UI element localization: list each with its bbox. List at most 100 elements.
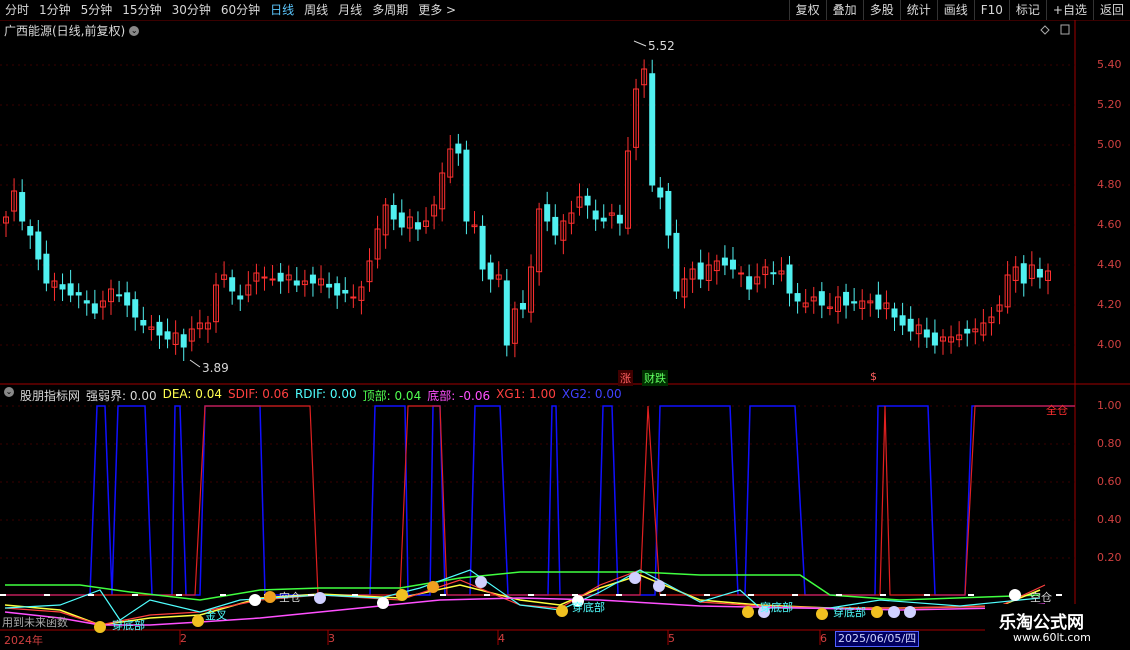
annotation-empty-2: 空仓	[1030, 591, 1052, 604]
annotation-cross-bottom-4: 穿底部	[833, 606, 866, 619]
candle-body	[91, 303, 98, 314]
candle-body	[721, 257, 728, 266]
indicator-field-1: DEA: 0.04	[162, 387, 222, 401]
candle-body	[891, 308, 898, 318]
indicator-name: 股朋指标网	[20, 389, 81, 403]
candle-body	[923, 329, 930, 338]
indicator-tick-3: 0.40	[1097, 513, 1122, 526]
candle-body	[931, 332, 938, 346]
smiley-icon	[816, 608, 828, 620]
xg1-line	[0, 405, 1075, 596]
price-tick-5: 4.40	[1097, 258, 1122, 271]
chevron-down-icon[interactable]: ⌄	[4, 387, 14, 397]
indicator-field-5: 底部: -0.06	[427, 389, 491, 403]
candle-body	[503, 280, 510, 346]
diamond-signal-icon	[264, 591, 276, 603]
candle-body	[19, 192, 26, 222]
candle-body	[229, 277, 236, 292]
candle-body	[794, 293, 801, 302]
sad-face-icon	[888, 606, 900, 618]
window-icon[interactable]	[1060, 24, 1070, 35]
candle-body	[519, 303, 526, 310]
candle-body	[140, 320, 147, 326]
indicator-field-2: SDIF: 0.06	[228, 387, 289, 401]
candle-body	[116, 294, 123, 297]
time-label-mar: 3	[328, 632, 335, 645]
candle-body	[487, 262, 494, 280]
price-tick-2: 5.00	[1097, 138, 1122, 151]
candle-body	[67, 283, 74, 296]
indicator-tick-2: 0.60	[1097, 475, 1122, 488]
candle-body	[309, 274, 316, 284]
candle-body	[544, 204, 551, 222]
time-label-may: 5	[668, 632, 675, 645]
rise-badge[interactable]: 涨	[618, 370, 633, 386]
sad-face-icon	[314, 592, 326, 604]
dividend-badge[interactable]: $	[870, 370, 877, 383]
annotation-full-position: 全仓	[1046, 404, 1068, 417]
xg2-line	[0, 405, 1075, 596]
candle-body	[124, 292, 131, 306]
watermark-logo: 乐淘公式网 www.60lt.com	[985, 604, 1130, 650]
candle-body	[164, 331, 171, 340]
candle-body	[616, 214, 623, 224]
smiley-icon	[742, 606, 754, 618]
high-price-label: 5.52	[648, 39, 675, 53]
time-label-feb: 2	[180, 632, 187, 645]
indicator-lines	[0, 405, 1075, 626]
candle-body	[665, 190, 672, 236]
money-bag-icon	[871, 606, 883, 618]
candle-body	[35, 231, 42, 260]
candle-body	[592, 210, 599, 220]
candle-body	[455, 143, 462, 154]
candle-body	[1036, 268, 1043, 278]
candle-body	[552, 216, 559, 236]
indicator-tick-0: 1.00	[1097, 399, 1122, 412]
indicator-field-7: XG2: 0.00	[561, 387, 622, 401]
earnings-badge[interactable]: 财跌	[642, 370, 668, 386]
diamond-icon[interactable]	[1040, 25, 1050, 35]
candle-body	[584, 195, 591, 206]
candle-body	[843, 291, 850, 306]
candle-body	[673, 232, 680, 292]
candle-body	[390, 204, 397, 220]
sad-face-icon	[629, 572, 641, 584]
candle-body	[43, 253, 50, 284]
cursor-date: 2025/06/05/四	[835, 631, 920, 647]
money-bag-icon	[396, 589, 408, 601]
indicator-field-3: RDIF: 0.00	[294, 387, 357, 401]
price-tick-3: 4.80	[1097, 178, 1122, 191]
candle-body	[334, 283, 341, 296]
low-price-label: 3.89	[202, 361, 229, 375]
candle-body	[180, 334, 187, 348]
annotation-golden-cross: 金叉	[205, 609, 227, 622]
candle-body	[83, 300, 90, 304]
smiley-icon	[94, 621, 106, 633]
indicator-field-4: 顶部: 0.04	[362, 389, 422, 403]
candle-body	[277, 272, 284, 282]
candle-body	[657, 187, 664, 198]
candle-body	[293, 280, 300, 286]
candle-body	[75, 292, 82, 296]
candle-body	[27, 226, 34, 236]
candle-body	[697, 262, 704, 280]
candle-body	[350, 296, 357, 299]
candle-body	[907, 318, 914, 332]
price-and-indicator-chart	[0, 20, 1130, 645]
indicator-tick-4: 0.20	[1097, 551, 1122, 564]
candle-body	[851, 301, 858, 304]
annotation-cross-bottom-1: 穿底部	[112, 619, 145, 632]
indicator-header: ⌄ 股朋指标网 强弱界: 0.00 DEA: 0.04 SDIF: 0.06 RDIF…	[4, 387, 622, 404]
price-tick-6: 4.20	[1097, 298, 1122, 311]
candle-body	[326, 283, 333, 288]
candle-body	[818, 291, 825, 306]
candle-body	[156, 321, 163, 336]
time-label-year: 2024年	[4, 634, 43, 647]
money-bag-icon	[192, 615, 204, 627]
plus-icon	[1009, 589, 1021, 601]
watermark-title: 乐淘公式网	[999, 613, 1084, 633]
candle-body	[649, 73, 656, 186]
annotation-cross-bottom-3: 穿底部	[760, 601, 793, 614]
candle-body	[132, 299, 139, 318]
annotation-empty-1: 空仓	[279, 591, 301, 604]
